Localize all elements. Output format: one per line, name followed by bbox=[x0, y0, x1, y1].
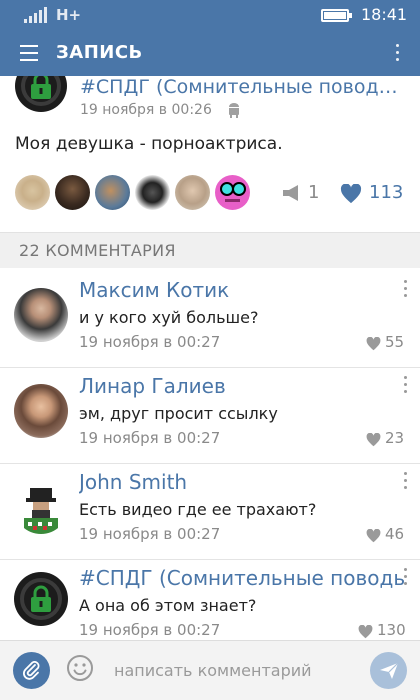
menu-icon[interactable] bbox=[20, 45, 38, 61]
comment-author[interactable]: Линар Галиев bbox=[79, 374, 404, 398]
repost-icon[interactable] bbox=[282, 184, 304, 202]
battery-icon bbox=[321, 9, 352, 22]
comment-more-icon[interactable] bbox=[404, 568, 408, 586]
liker-avatar[interactable] bbox=[135, 175, 170, 210]
comments-header: 22 КОММЕНТАРИЯ bbox=[0, 232, 420, 268]
attach-button[interactable] bbox=[13, 652, 50, 689]
app-header: ЗАПИСЬ bbox=[0, 32, 420, 76]
post-time: 19 ноября в 00:26 bbox=[80, 102, 212, 118]
avatar[interactable] bbox=[14, 384, 68, 438]
network-type: H+ bbox=[56, 6, 82, 24]
liker-avatar[interactable] bbox=[215, 175, 250, 210]
comment-more-icon[interactable] bbox=[404, 280, 408, 298]
comment-item[interactable]: Линар Галиев эм, друг просит ссылку 19 н… bbox=[0, 368, 420, 464]
comment-text: и у кого хуй больше? bbox=[79, 308, 259, 327]
comment-input[interactable] bbox=[100, 655, 350, 685]
post-group-name[interactable]: #СПДГ (Сомнительные поводы... bbox=[80, 76, 410, 98]
group-avatar[interactable] bbox=[15, 76, 67, 112]
post: #СПДГ (Сомнительные поводы... 19 ноября … bbox=[0, 76, 420, 218]
comment-like-count: 130 bbox=[377, 621, 406, 639]
status-bar: H+ 18:41 bbox=[0, 0, 420, 32]
comment-like-count: 23 bbox=[385, 429, 405, 447]
comment-text: Есть видео где ее трахают? bbox=[79, 500, 317, 519]
avatar[interactable] bbox=[14, 288, 68, 342]
comment-author[interactable]: Максим Котик bbox=[79, 278, 404, 302]
more-icon[interactable] bbox=[396, 44, 400, 62]
lock-icon bbox=[31, 585, 51, 612]
comment-like-icon[interactable] bbox=[366, 433, 381, 447]
clock: 18:41 bbox=[361, 5, 408, 24]
avatar[interactable] bbox=[14, 480, 68, 534]
post-text: Моя девушка - порноактриса. bbox=[15, 134, 283, 154]
comment-date: 19 ноября в 00:27 bbox=[79, 429, 221, 447]
comment-like-icon[interactable] bbox=[366, 529, 381, 543]
attach-icon bbox=[23, 661, 40, 680]
comment-date: 19 ноября в 00:27 bbox=[79, 333, 221, 351]
comment-more-icon[interactable] bbox=[404, 472, 408, 490]
comment-more-icon[interactable] bbox=[404, 376, 408, 394]
avatar[interactable] bbox=[14, 572, 68, 626]
smile-icon[interactable] bbox=[66, 654, 94, 682]
signal-icon bbox=[24, 7, 48, 23]
comment-item[interactable]: John Smith Есть видео где ее трахают? 19… bbox=[0, 464, 420, 560]
comment-like-icon[interactable] bbox=[358, 625, 373, 639]
comment-text: эм, друг просит ссылку bbox=[79, 404, 278, 423]
liker-avatar[interactable] bbox=[175, 175, 210, 210]
repost-count: 1 bbox=[308, 182, 320, 203]
send-button[interactable] bbox=[370, 652, 407, 689]
send-icon bbox=[380, 662, 399, 679]
liker-avatar[interactable] bbox=[95, 175, 130, 210]
comment-date: 19 ноября в 00:27 bbox=[79, 525, 221, 543]
comment-like-count: 55 bbox=[385, 333, 405, 351]
heart-icon[interactable] bbox=[340, 184, 362, 204]
android-icon bbox=[229, 103, 239, 118]
liker-avatar[interactable] bbox=[15, 175, 50, 210]
comments-count: 22 КОММЕНТАРИЯ bbox=[19, 241, 176, 260]
comment-author[interactable]: John Smith bbox=[79, 470, 404, 494]
like-count: 113 bbox=[369, 182, 404, 203]
comment-date: 19 ноября в 00:27 bbox=[79, 621, 221, 639]
comment-input-bar bbox=[0, 640, 420, 700]
page-title: ЗАПИСЬ bbox=[56, 42, 143, 63]
lock-icon bbox=[31, 76, 51, 99]
likers-list[interactable] bbox=[15, 175, 255, 211]
comment-author[interactable]: #СПДГ (Сомнительные поводы для bbox=[79, 566, 404, 590]
comment-item[interactable]: Максим Котик и у кого хуй больше? 19 ноя… bbox=[0, 272, 420, 368]
comment-like-count: 46 bbox=[385, 525, 405, 543]
liker-avatar[interactable] bbox=[55, 175, 90, 210]
comment-like-icon[interactable] bbox=[366, 337, 381, 351]
comment-text: А она об этом знает? bbox=[79, 596, 257, 615]
